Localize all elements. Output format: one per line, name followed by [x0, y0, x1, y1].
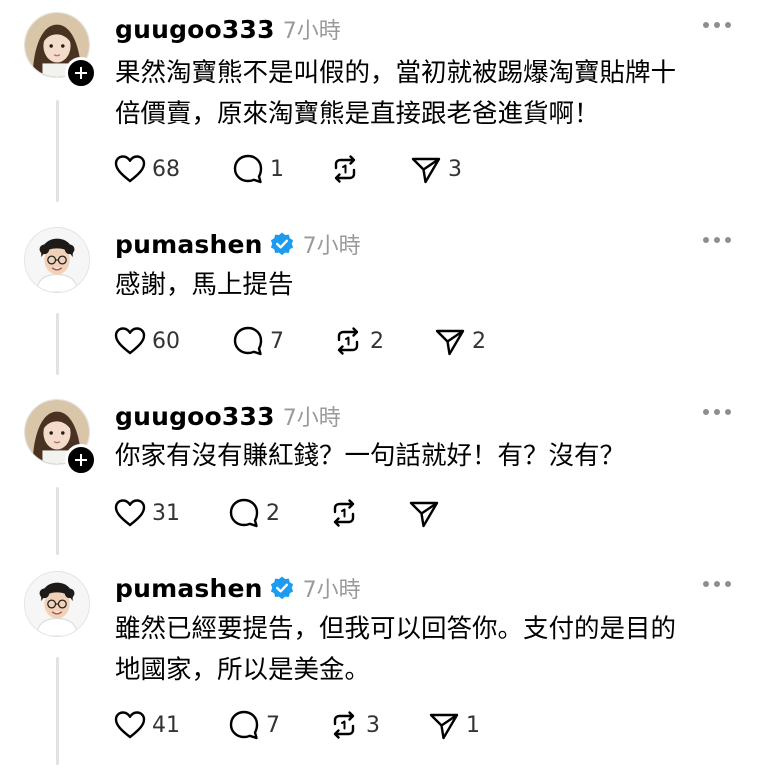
post-text: 果然淘寶熊不是叫假的，當初就被踢爆淘寶貼牌十 倍價賣，原來淘寶熊是直接跟老爸進貨…: [115, 58, 677, 129]
like-count: 60: [152, 328, 180, 354]
send-icon: [435, 329, 465, 356]
share-button[interactable]: 2: [432, 321, 486, 361]
repost-icon: [333, 711, 355, 739]
post-header: guugoo333 7小時: [115, 12, 341, 46]
comment-icon: [233, 154, 263, 184]
reply-count: 7: [270, 328, 284, 354]
comment-icon: [229, 498, 259, 528]
post-header: guugoo333 7小時: [115, 399, 341, 433]
reply-button[interactable]: 7: [230, 321, 284, 361]
post-pumashen-2: pumashen 7小時 雖然已經要提告，但我可以回答你。支付的是目的 地國家，…: [0, 559, 760, 773]
timestamp: 7小時: [302, 234, 361, 259]
send-icon: [409, 501, 439, 528]
repost-button[interactable]: [327, 149, 367, 189]
post-pumashen-1: pumashen 7小時 感謝，馬上提告 60 7 2 2: [0, 215, 760, 385]
repost-button[interactable]: 2: [330, 321, 384, 361]
like-count: 41: [152, 712, 180, 738]
more-options-icon[interactable]: [703, 22, 731, 30]
more-options-icon[interactable]: [703, 237, 731, 245]
follow-plus-button[interactable]: [65, 57, 97, 89]
repost-icon: [337, 327, 359, 355]
timestamp: 7小時: [282, 19, 341, 44]
send-icon: [429, 713, 459, 740]
avatar[interactable]: [24, 571, 90, 637]
thread-line: [56, 100, 59, 202]
share-button[interactable]: 1: [426, 705, 480, 745]
post-text: 你家有沒有賺紅錢？一句話就好！有？沒有？: [115, 441, 626, 471]
verified-badge-icon: [270, 576, 293, 600]
repost-button[interactable]: [326, 493, 366, 533]
username[interactable]: pumashen: [115, 230, 263, 259]
post-text: 感謝，馬上提告: [115, 270, 294, 300]
post-header: pumashen 7小時: [115, 227, 361, 261]
like-button[interactable]: 60: [112, 321, 180, 361]
username[interactable]: pumashen: [115, 574, 263, 603]
heart-icon: [114, 155, 146, 183]
repost-icon: [333, 499, 355, 527]
share-count: 2: [472, 328, 486, 354]
reply-button[interactable]: 1: [230, 149, 284, 189]
like-count: 31: [152, 500, 180, 526]
timestamp: 7小時: [282, 406, 341, 431]
follow-plus-button[interactable]: [65, 444, 97, 476]
reply-count: 1: [270, 156, 284, 182]
reply-count: 2: [266, 500, 280, 526]
heart-icon: [114, 499, 146, 527]
post-guugoo333-1: guugoo333 7小時 果然淘寶熊不是叫假的，當初就被踢爆淘寶貼牌十 倍價賣…: [0, 0, 760, 215]
share-count: 3: [448, 156, 462, 182]
repost-icon: [334, 155, 356, 183]
thread-line: [56, 313, 59, 375]
reply-button[interactable]: 2: [226, 493, 280, 533]
username[interactable]: guugoo333: [115, 15, 275, 44]
avatar-man-icon: [25, 572, 89, 636]
reply-button[interactable]: 7: [226, 705, 280, 745]
share-button[interactable]: 3: [408, 149, 462, 189]
more-options-icon[interactable]: [703, 581, 731, 589]
avatar-man-icon: [25, 228, 89, 292]
like-button[interactable]: 31: [112, 493, 180, 533]
timestamp: 7小時: [302, 578, 361, 603]
post-text: 雖然已經要提告，但我可以回答你。支付的是目的 地國家，所以是美金。: [115, 614, 677, 685]
avatar[interactable]: [24, 227, 90, 293]
repost-button[interactable]: 3: [326, 705, 380, 745]
repost-count: 3: [366, 712, 380, 738]
post-header: pumashen 7小時: [115, 571, 361, 605]
comment-icon: [233, 326, 263, 356]
username[interactable]: guugoo333: [115, 402, 275, 431]
thread-feed: guugoo333 7小時 果然淘寶熊不是叫假的，當初就被踢爆淘寶貼牌十 倍價賣…: [0, 0, 760, 773]
share-count: 1: [466, 712, 480, 738]
heart-icon: [114, 711, 146, 739]
thread-line: [56, 657, 59, 765]
like-button[interactable]: 68: [112, 149, 180, 189]
post-guugoo333-2: guugoo333 7小時 你家有沒有賺紅錢？一句話就好！有？沒有？ 31 2: [0, 387, 760, 557]
share-button[interactable]: [406, 493, 446, 533]
send-icon: [411, 157, 441, 184]
thread-line: [56, 487, 59, 555]
heart-icon: [114, 327, 146, 355]
reply-count: 7: [266, 712, 280, 738]
repost-count: 2: [370, 328, 384, 354]
comment-icon: [229, 710, 259, 740]
verified-badge-icon: [270, 232, 293, 256]
like-count: 68: [152, 156, 180, 182]
like-button[interactable]: 41: [112, 705, 180, 745]
more-options-icon[interactable]: [703, 409, 731, 417]
